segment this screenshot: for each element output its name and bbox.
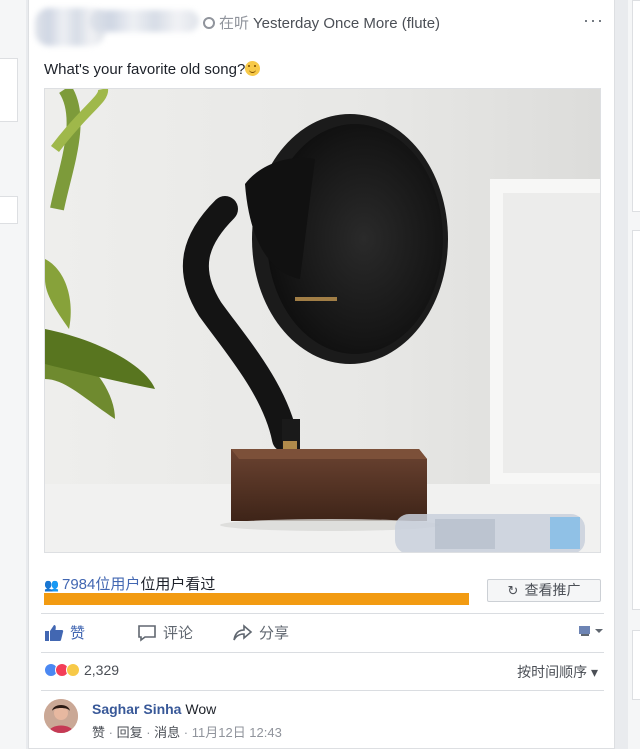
comment-text: Wow — [185, 701, 217, 717]
divider — [41, 652, 604, 653]
smile-emoji-icon — [245, 61, 261, 76]
right-panel-fragment — [632, 630, 640, 700]
music-icon — [203, 17, 215, 29]
post-photo[interactable] — [44, 88, 601, 553]
share-icon — [233, 624, 253, 641]
comment-label: 评论 — [163, 625, 194, 642]
like-label: 赞 — [70, 625, 86, 642]
listening-label: 在听 — [219, 15, 250, 32]
divider — [41, 613, 604, 614]
view-promotion-button[interactable]: ↻ 查看推广 — [487, 579, 601, 602]
sidebar-fragment — [0, 196, 18, 224]
comment-meta: 赞 · 回复 · 消息 · 11月12日 12:43 — [92, 725, 282, 740]
view-count-number[interactable]: 7984位用户 — [62, 576, 140, 593]
right-sidebar-edge — [628, 0, 640, 749]
reach-progress-fill — [44, 593, 469, 605]
post-card: 在听 Yesterday Once More (flute) ··· What's… — [28, 0, 615, 749]
left-sidebar-edge — [0, 0, 26, 749]
commenter-avatar[interactable] — [44, 699, 78, 733]
gramophone-photo — [45, 89, 600, 552]
comment-button[interactable]: 评论 — [137, 622, 193, 643]
thumbs-up-icon — [45, 625, 64, 641]
right-panel-fragment — [632, 0, 640, 212]
post-actions: 赞 评论 分享 — [44, 622, 604, 646]
blurred-author-name — [89, 10, 199, 32]
reaction-count: 2,329 — [84, 662, 120, 678]
right-panel-fragment — [632, 230, 640, 610]
like-button[interactable]: 赞 — [44, 622, 85, 643]
reach-progress-bar — [44, 593, 469, 605]
post-text-content: What's your favorite old song? — [44, 61, 246, 78]
comment-icon — [138, 625, 156, 642]
comment-sort-label: 按时间顺序 — [517, 664, 588, 680]
comment-message-link[interactable]: 消息 — [154, 725, 180, 740]
people-icon: 👥 — [44, 578, 59, 592]
comment-sort-dropdown[interactable]: 按时间顺序 ▾ — [517, 662, 598, 682]
view-count: 👥 7984位用户位用户看过 — [44, 573, 215, 594]
comment-like-link[interactable]: 赞 — [92, 725, 105, 740]
divider — [41, 690, 604, 691]
comment-body: Saghar Sinha Wow — [92, 701, 216, 717]
share-button[interactable]: 分享 — [233, 622, 289, 643]
wow-reaction-icon — [66, 663, 80, 677]
now-listening[interactable]: 在听 Yesterday Once More (flute) — [203, 12, 440, 33]
caret-down-icon: ▾ — [590, 664, 598, 680]
reaction-summary[interactable]: 2,329 — [44, 662, 119, 678]
refresh-icon: ↻ — [507, 583, 519, 598]
avatar-image — [44, 699, 78, 733]
sidebar-fragment — [0, 58, 18, 122]
audience-dropdown-icon — [579, 626, 603, 636]
commenter-name[interactable]: Saghar Sinha — [92, 701, 181, 717]
comment-reply-link[interactable]: 回复 — [117, 725, 143, 740]
comment-timestamp[interactable]: 11月12日 12:43 — [192, 725, 282, 740]
song-link[interactable]: Yesterday Once More (flute) — [253, 15, 440, 32]
more-options-button[interactable]: ··· — [583, 10, 604, 31]
view-count-suffix: 位用户看过 — [140, 576, 216, 593]
share-label: 分享 — [259, 625, 290, 642]
post-text: What's your favorite old song? — [44, 61, 261, 78]
viewer-select[interactable] — [578, 624, 604, 641]
view-promotion-label: 查看推广 — [524, 582, 581, 598]
post-header: 在听 Yesterday Once More (flute) ··· — [29, 0, 614, 46]
